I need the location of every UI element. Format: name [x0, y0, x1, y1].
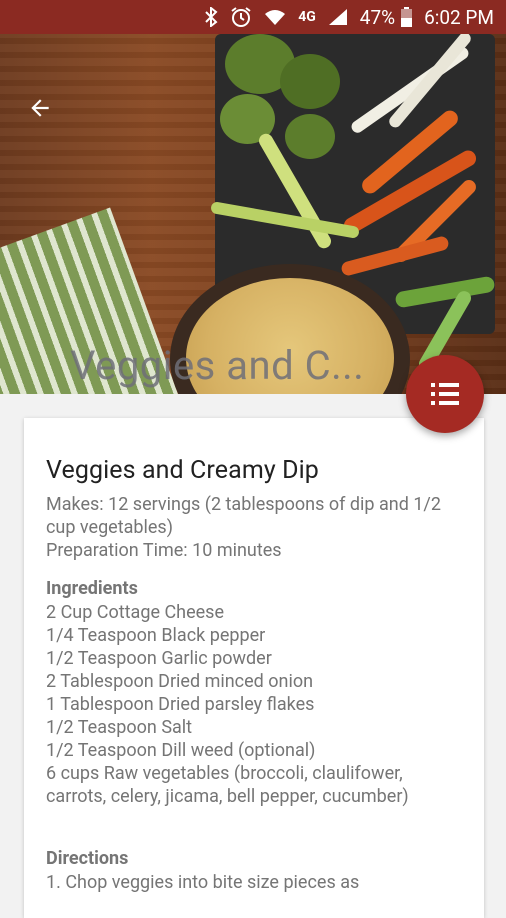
- ingredient-item: 2 Tablespoon Dried minced onion: [46, 671, 314, 692]
- ingredient-item: 2 Cup Cottage Cheese: [46, 602, 225, 623]
- hero-title: Veggies and C...: [70, 342, 365, 389]
- ingredient-item: 1/4 Teaspoon Black pepper: [46, 625, 266, 646]
- recipe-servings: Makes: 12 servings (2 tablespoons of dip…: [46, 494, 441, 538]
- bluetooth-icon: [204, 7, 218, 27]
- ingredient-item: 1/2 Teaspoon Garlic powder: [46, 648, 272, 669]
- recipe-card: Veggies and Creamy Dip Makes: 12 serving…: [24, 418, 484, 918]
- list-icon: [431, 383, 459, 405]
- recipe-title: Veggies and Creamy Dip: [46, 456, 319, 485]
- recipe-hero-image: Veggies and C...: [0, 34, 506, 394]
- ingredient-item: 1 Tablespoon Dried parsley flakes: [46, 694, 315, 715]
- recipe-prep-time: Preparation Time: 10 minutes: [46, 540, 282, 561]
- alarm-icon: [230, 6, 252, 28]
- arrow-back-icon: [31, 99, 49, 117]
- directions-heading: Directions: [46, 848, 129, 869]
- battery-icon: [401, 7, 413, 27]
- network-type: 4G: [298, 9, 316, 25]
- direction-step: 1. Chop veggies into bite size pieces as: [46, 872, 360, 893]
- signal-icon: [328, 8, 348, 26]
- ingredient-item: 6 cups Raw vegetables (broccoli, claulif…: [46, 763, 409, 807]
- battery-percent: 47%: [359, 5, 396, 29]
- ingredient-item: 1/2 Teaspoon Salt: [46, 717, 193, 738]
- ingredient-item: 1/2 Teaspoon Dill weed (optional): [46, 740, 316, 761]
- clock: 6:02 PM: [424, 5, 494, 29]
- status-bar: 4G 47% 6:02 PM: [0, 0, 506, 34]
- list-fab-button[interactable]: [406, 355, 484, 433]
- ingredients-list: 2 Cup Cottage Cheese 1/4 Teaspoon Black …: [46, 601, 462, 808]
- wifi-icon: [264, 8, 286, 26]
- back-button[interactable]: [22, 90, 58, 126]
- ingredients-heading: Ingredients: [46, 578, 138, 599]
